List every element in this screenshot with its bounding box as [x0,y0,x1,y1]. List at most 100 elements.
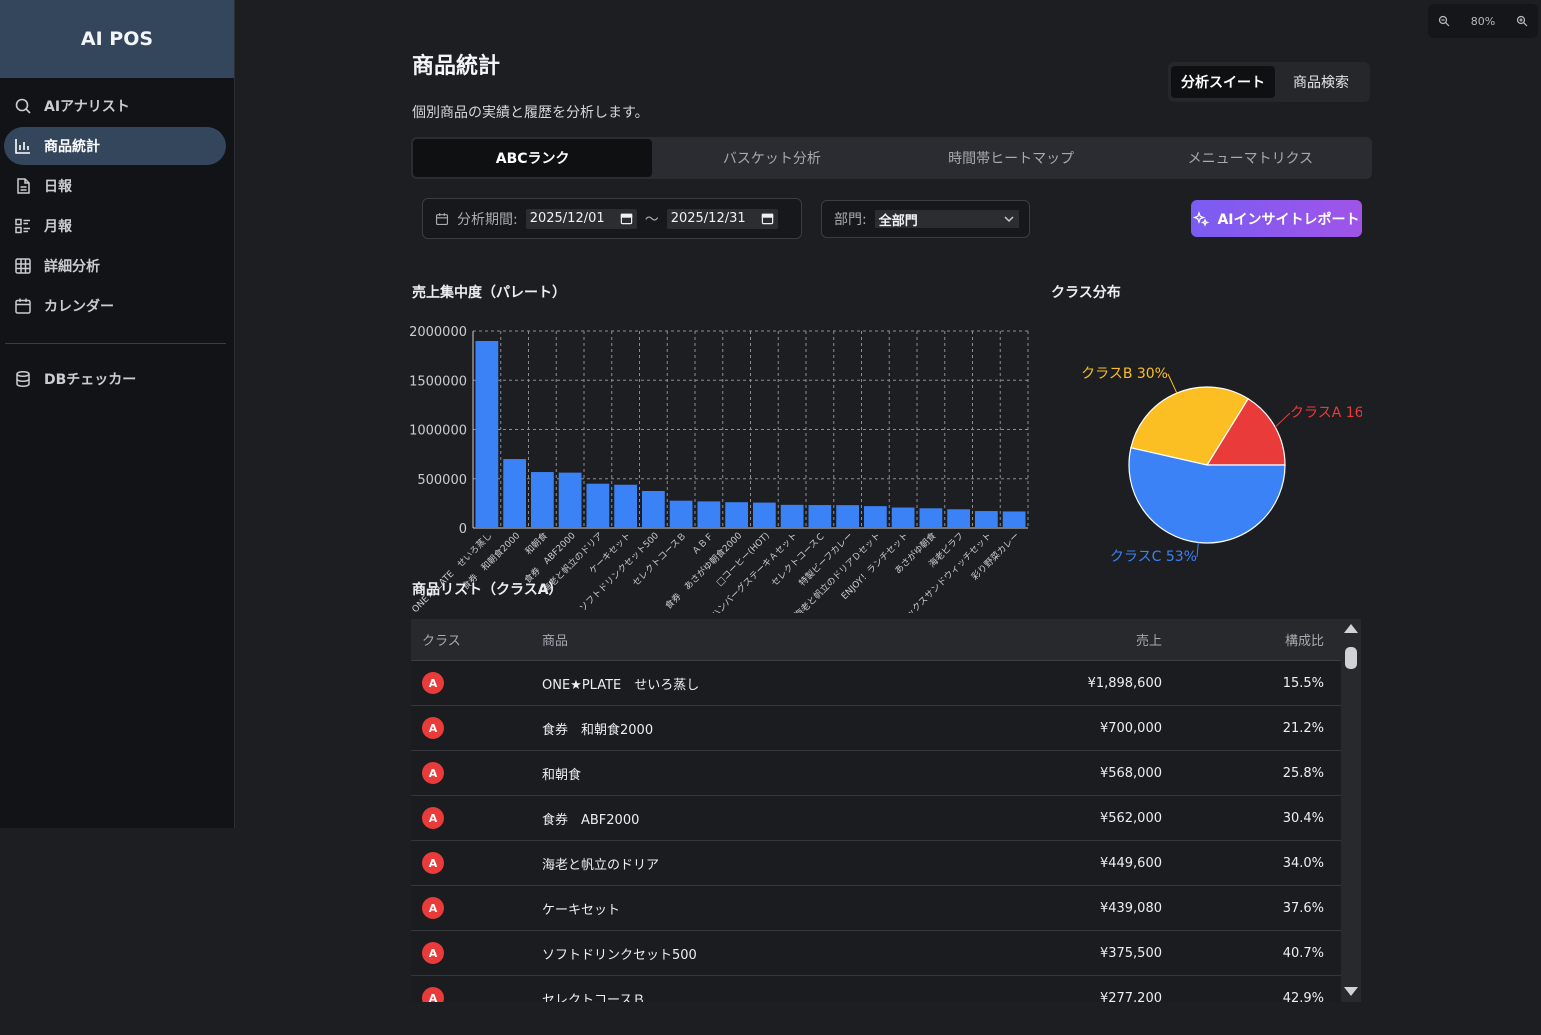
table-body: A ONE★PLATE せいろ蒸し ¥1,898,600 15.5% A 食券 和朝食20… [411,661,1361,1002]
bar[interactable] [558,472,582,528]
ratio-cell: 21.2% [1282,720,1324,736]
ai-insight-report-button[interactable]: AIインサイトレポート [1191,200,1362,237]
col-sales-header[interactable]: 売上 [942,630,1162,649]
bar[interactable] [530,472,554,528]
ratio-cell: 34.0% [1282,855,1324,871]
sidebar-item-db-checker[interactable]: DBチェッカー [4,360,226,398]
zoom-out-icon[interactable] [1438,15,1450,27]
table-row[interactable]: A 食券 和朝食2000 ¥700,000 21.2% [411,706,1361,751]
x-tick-label: 和朝食 [522,530,550,558]
pie-slice-label: クラスB 30% [1081,366,1168,382]
suite-toggle: 分析スイート 商品検索 [1168,62,1370,102]
product-name-cell: 海老と帆立のドリア [542,857,660,873]
bar[interactable] [752,502,776,528]
bar[interactable] [669,500,693,528]
table-row[interactable]: A ケーキセット ¥439,080 37.6% [411,886,1361,931]
y-tick-label: 0 [459,522,467,537]
product-name-cell: ソフトドリンクセット500 [542,947,697,963]
page-subtitle: 個別商品の実績と履歴を分析します。 [412,105,649,121]
bar[interactable] [641,491,665,528]
sidebar: AI POS AIアナリスト 商品統計 日報 月報 詳細分析 カレンダー DBチ… [0,0,235,828]
page-title: 商品統計 [412,54,501,79]
sales-cell: ¥1,898,600 [1087,675,1162,691]
bar[interactable] [947,509,971,528]
scroll-thumb[interactable] [1345,647,1357,669]
table-row[interactable]: A ソフトドリンクセット500 ¥375,500 40.7% [411,931,1361,976]
sidebar-item-ai-analyst[interactable]: AIアナリスト [4,87,226,125]
class-cell: A [411,762,542,784]
pie-label-leader [1274,412,1291,428]
sidebar-nav: AIアナリスト 商品統計 日報 月報 詳細分析 カレンダー DBチェッカー [0,78,234,398]
scroll-up-icon[interactable] [1344,624,1358,633]
department-filter: 部門: 全部門 [821,200,1030,238]
analysis-suite-button[interactable]: 分析スイート [1171,66,1275,98]
zoom-in-icon[interactable] [1516,15,1528,27]
scroll-down-icon[interactable] [1344,987,1358,996]
product-name-cell: 食券 ABF2000 [542,812,640,828]
pie-label-leader [1167,373,1178,394]
database-icon [16,370,30,388]
sidebar-item-label: DBチェッカー [44,372,137,388]
col-class-header[interactable]: クラス [411,630,542,649]
search-icon [15,98,31,114]
date-to-input[interactable]: 2025/12/31 [666,208,778,229]
date-from-input[interactable]: 2025/12/01 [525,208,637,229]
class-cell: A [411,897,542,919]
table-row[interactable]: A 海老と帆立のドリア ¥449,600 34.0% [411,841,1361,886]
sidebar-item-daily-report[interactable]: 日報 [4,167,226,205]
sidebar-item-product-stats[interactable]: 商品統計 [4,127,226,165]
bar[interactable] [780,504,804,528]
bar[interactable] [974,511,998,528]
table-row[interactable]: A 食券 ABF2000 ¥562,000 30.4% [411,796,1361,841]
sidebar-item-label: 詳細分析 [44,259,100,275]
sidebar-item-calendar[interactable]: カレンダー [4,287,226,325]
product-search-button[interactable]: 商品検索 [1275,66,1367,98]
bar[interactable] [891,507,915,528]
bar[interactable] [863,506,887,528]
calendar-icon [15,298,31,314]
tab-time-heatmap[interactable]: 時間帯ヒートマップ [892,139,1131,177]
bar[interactable] [919,508,943,528]
tab-abc-rank[interactable]: ABCランク [413,139,653,177]
y-tick-label: 1000000 [409,424,467,439]
tab-basket-analysis[interactable]: バスケット分析 [652,139,891,177]
sidebar-item-monthly-report[interactable]: 月報 [4,207,226,245]
tab-menu-matrix[interactable]: メニューマトリクス [1131,139,1370,177]
bar[interactable] [475,340,499,528]
bar[interactable] [1002,511,1026,528]
bar[interactable] [614,484,638,528]
table-row[interactable]: A ONE★PLATE せいろ蒸し ¥1,898,600 15.5% [411,661,1361,706]
ai-insight-label: AIインサイトレポート [1217,211,1360,228]
class-badge: A [422,942,444,964]
y-tick-label: 1500000 [409,374,467,389]
department-select[interactable]: 全部門 [874,210,1019,229]
table-row[interactable]: A セレクトコースＢ ¥277,200 42.9% [411,976,1361,1002]
sparkle-icon [1193,210,1210,227]
sidebar-item-label: 日報 [44,179,72,195]
col-ratio-header[interactable]: 構成比 [1162,630,1324,649]
ratio-cell: 25.8% [1282,765,1324,781]
product-name-cell: セレクトコースＢ [542,992,646,1003]
table-row[interactable]: A 和朝食 ¥568,000 25.8% [411,751,1361,796]
class-cell: A [411,717,542,739]
calendar-picker-icon[interactable] [761,212,774,225]
ratio-cell: 30.4% [1282,810,1324,826]
bar[interactable] [836,505,860,528]
sidebar-item-detail-analysis[interactable]: 詳細分析 [4,247,226,285]
table-scrollbar[interactable] [1341,619,1361,1002]
bar[interactable] [586,483,610,528]
list-icon [15,218,30,234]
sidebar-item-label: AIアナリスト [44,99,130,115]
sales-cell: ¥449,600 [1099,855,1162,871]
class-badge: A [422,807,444,829]
bar[interactable] [697,501,721,528]
class-badge: A [422,672,444,694]
bar[interactable] [503,459,527,528]
col-product-header[interactable]: 商品 [542,630,942,649]
pie-slice-label: クラスC 53% [1110,549,1197,565]
sidebar-item-label: 月報 [44,219,72,235]
bar[interactable] [725,502,749,528]
bar[interactable] [808,505,832,528]
calendar-picker-icon[interactable] [620,212,633,225]
department-value: 全部門 [878,213,918,229]
